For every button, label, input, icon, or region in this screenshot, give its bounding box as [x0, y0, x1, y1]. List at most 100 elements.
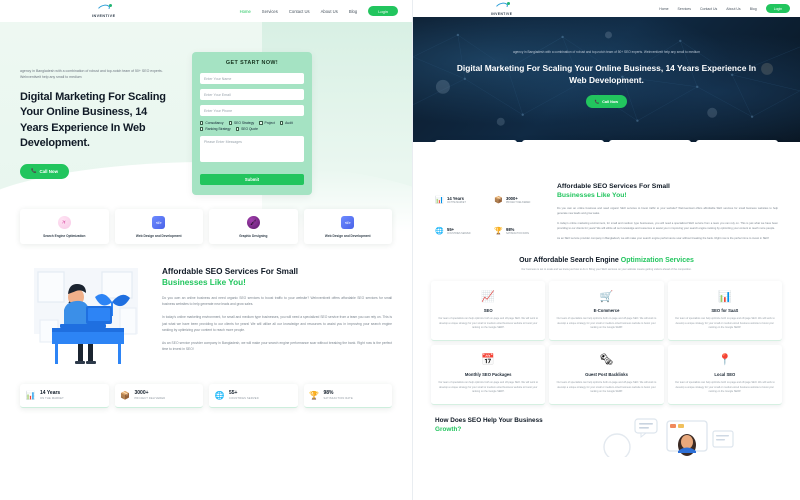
- stats-grid-alt: 📊 14 Years ON THE MARKET 📦 3000+ PROJECT…: [435, 182, 547, 241]
- man-at-desk-illustration: [20, 262, 152, 370]
- phone-icon: 📞: [31, 168, 37, 174]
- stat-label: PROJECT DELIVERED: [134, 397, 166, 401]
- stat-label: COUNTRIES SERVED: [447, 232, 471, 235]
- bar-chart-icon: 📊: [435, 197, 444, 205]
- service-card[interactable]: Graphic Designing: [609, 140, 691, 142]
- brand-logo-alt[interactable]: INVENTIVE: [491, 0, 513, 16]
- stat-label: ON THE MARKET: [40, 397, 64, 401]
- service-card-label: Search Engine Optimization: [43, 234, 86, 238]
- service-cards-row: Search Engine Optimization Web Design an…: [0, 195, 412, 245]
- call-now-button[interactable]: 📞 Call Now: [20, 163, 70, 179]
- services-grid-card-title: E-Commerce: [593, 308, 620, 314]
- brand-name: INVENTIVE: [491, 11, 513, 16]
- stat-card: 📊 14 Years ON THE MARKET: [20, 384, 109, 409]
- map-pin-icon: 📍: [717, 354, 732, 367]
- nav-item-contact-us[interactable]: Contact Us: [289, 9, 310, 14]
- service-cards-row-alt: Search Engine Optimization Web Design an…: [413, 140, 800, 142]
- login-button[interactable]: Login: [765, 4, 790, 13]
- seo-paragraph-1: Do you own an online business and need o…: [557, 206, 778, 215]
- service-card[interactable]: Search Engine Optimization: [435, 140, 517, 142]
- service-card[interactable]: Web Design and Development: [522, 140, 604, 142]
- nav-item-services[interactable]: Services: [262, 9, 278, 14]
- seo-heading-line2: Businesses Like You!: [162, 278, 246, 288]
- service-card[interactable]: Search Engine Optimization: [20, 209, 109, 245]
- stat-card: 📊 14 Years ON THE MARKET: [435, 190, 488, 210]
- services-grid-title-plain: Our Affordable Search Engine: [519, 257, 621, 265]
- seo-paragraph-1: Do you own an online business and need o…: [162, 296, 392, 307]
- services-grid-card[interactable]: 📈 SEO Our team of specialists can help o…: [431, 281, 546, 341]
- service-card[interactable]: Web Design and Development: [303, 209, 392, 245]
- checkbox-ranking-strategy[interactable]: Ranking Strategy: [200, 127, 231, 131]
- submit-button[interactable]: Submit: [200, 174, 304, 185]
- service-card[interactable]: Web Design and Development: [114, 209, 203, 245]
- stat-value: 14 Years: [447, 195, 464, 201]
- services-grid-card-title: SEO for SaaS: [711, 308, 739, 314]
- checkbox-seo-strategy[interactable]: SEO Strategy: [228, 121, 254, 125]
- service-card[interactable]: Web Design and Development: [696, 140, 778, 142]
- checkbox-seo-quote[interactable]: SEO Quote: [235, 127, 258, 131]
- nav-item-blog[interactable]: Blog: [349, 9, 357, 14]
- nav-item-home[interactable]: Home: [659, 7, 668, 11]
- hero-title-alt: Digital Marketing For Scaling Your Onlin…: [456, 63, 757, 86]
- person-video-chat-illustration: [595, 417, 778, 461]
- checkbox-label: SEO Quote: [241, 127, 258, 131]
- bar-chart-icon: 📊: [25, 391, 36, 401]
- services-grid-card[interactable]: 🛒 E-Commerce Our team of specialists can…: [549, 281, 664, 341]
- services-grid-card-title: Local SEO: [714, 371, 736, 377]
- checkbox-box: [235, 127, 240, 131]
- checkbox-label: Audit: [285, 121, 293, 125]
- nav-item-contact-us[interactable]: Contact Us: [700, 7, 717, 11]
- globe-icon: 🌐: [435, 228, 444, 236]
- form-title: GET START NOW!: [225, 60, 279, 66]
- phone-input[interactable]: Enter Your Phone: [200, 105, 304, 116]
- panel-divider: [412, 0, 413, 500]
- stat-value: 98%: [323, 389, 334, 396]
- stat-value: 14 Years: [40, 389, 61, 396]
- pie-chart-icon: 📊: [717, 290, 732, 303]
- nav-item-about-us[interactable]: About Us: [321, 9, 338, 14]
- services-grid-card-title: SEO: [483, 308, 493, 314]
- services-grid-card-text: Our team of specialists can help optimiz…: [674, 380, 775, 394]
- seo-paragraph-3: As an SEO service provider company in Ba…: [557, 237, 770, 241]
- services-grid-card-title: Guest Post Backlinks: [585, 371, 628, 377]
- seo-copy-alt: Affordable SEO Services For Small Busine…: [557, 182, 778, 241]
- seo-graph-icon: 📈: [481, 290, 495, 303]
- stat-card: 🏆 98% SATISFACTION RATE: [494, 221, 547, 241]
- swoosh-logo-icon: [493, 0, 510, 12]
- brand-logo[interactable]: INVENTIVE: [92, 3, 115, 18]
- services-grid-card-text: Our team of specialists can help optimiz…: [438, 317, 538, 330]
- login-button[interactable]: Login: [368, 5, 398, 17]
- services-grid-card[interactable]: 📍 Local SEO Our team of specialists can …: [667, 344, 782, 405]
- services-grid-card[interactable]: 📊 SEO for SaaS Our team of specialists c…: [667, 281, 782, 341]
- nav-item-about-us[interactable]: About Us: [726, 7, 740, 11]
- nav-item-services[interactable]: Services: [678, 7, 691, 11]
- services-grid-title-accent: Optimization Services: [620, 257, 694, 265]
- seo-paragraph-2: In today's online marketing environment,…: [557, 222, 778, 231]
- stat-card: 🌐 55+ COUNTRIES SERVED: [435, 221, 488, 241]
- checkbox-box: [200, 121, 204, 125]
- services-grid-card[interactable]: 🗞 Guest Post Backlinks Our team of speci…: [549, 344, 664, 405]
- name-input[interactable]: Enter Your Name: [200, 73, 304, 84]
- checkbox-label: Consultancy: [205, 121, 224, 125]
- service-card[interactable]: Graphic Designing: [209, 209, 298, 245]
- swoosh-logo-icon: [95, 3, 112, 14]
- message-textarea[interactable]: Please Enter Messages: [200, 136, 304, 162]
- services-grid-card[interactable]: 📅 Monthly SEO Packages Our team of speci…: [431, 344, 546, 405]
- article-icon: 🗞: [599, 354, 614, 367]
- seo-paragraph-3: As an SEO service provider company in Ba…: [162, 340, 392, 351]
- services-grid-card-title: Monthly SEO Packages: [464, 371, 512, 377]
- email-input[interactable]: Enter Your Email: [200, 89, 304, 100]
- call-now-label: Call Now: [602, 99, 619, 104]
- checkbox-consultancy[interactable]: Consultancy: [200, 121, 224, 125]
- nav-item-blog[interactable]: Blog: [750, 7, 757, 11]
- call-now-button-alt[interactable]: 📞 Call Now: [585, 95, 628, 108]
- seo-paragraph-2: In today's online marketing environment,…: [162, 315, 392, 332]
- stat-card: 📦 3000+ PROJECT DELIVERED: [114, 384, 203, 409]
- navbar-alt: INVENTIVE Home Services Contact Us About…: [413, 0, 800, 17]
- nav-item-home[interactable]: Home: [240, 9, 251, 14]
- checkbox-audit[interactable]: Audit: [279, 121, 293, 125]
- checkbox-project[interactable]: Project: [259, 121, 275, 125]
- stat-label: SATISFACTION RATE: [323, 397, 353, 401]
- seo-services-section-alt: 📊 14 Years ON THE MARKET 📦 3000+ PROJECT…: [413, 142, 800, 241]
- services-grid-card-text: Our team of specialists can help optimiz…: [674, 317, 775, 330]
